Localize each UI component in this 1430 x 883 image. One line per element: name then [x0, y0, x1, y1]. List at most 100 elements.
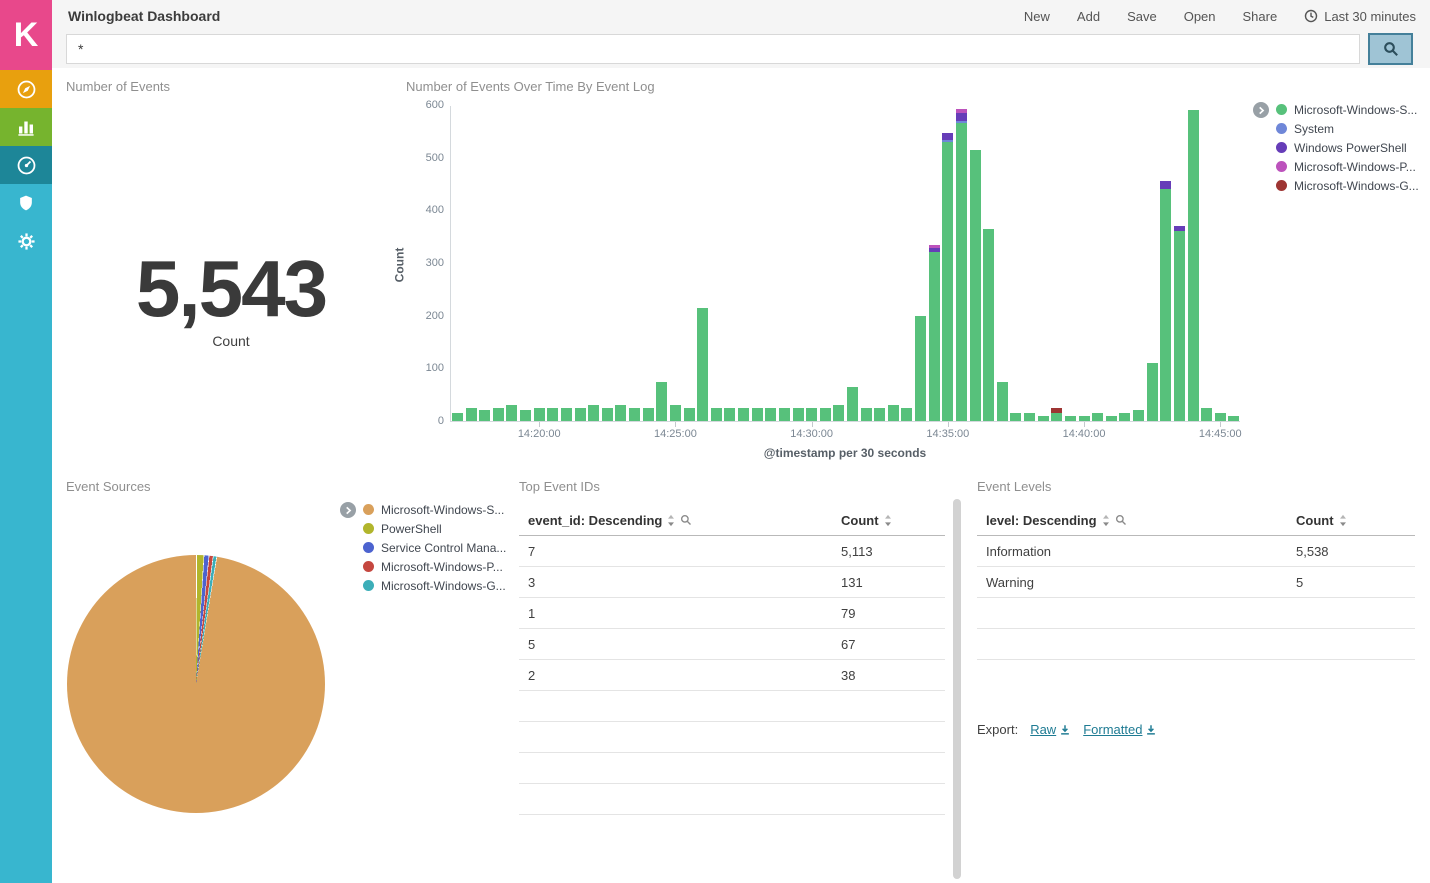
legend-item-label: Microsoft-Windows-P...	[381, 560, 503, 574]
time-chart-legend-item[interactable]: Windows PowerShell	[1276, 138, 1419, 157]
x-axis-tick-mark	[539, 422, 540, 427]
filter-search-icon[interactable]	[1115, 514, 1127, 526]
time-chart-legend-item[interactable]: Microsoft-Windows-G...	[1276, 176, 1419, 195]
sidebar-item-management[interactable]	[0, 222, 52, 260]
kibana-logo[interactable]: K	[0, 0, 52, 70]
histogram-bar-segment	[874, 408, 885, 421]
x-axis-title: @timestamp per 30 seconds	[450, 446, 1240, 460]
legend-item-label: Microsoft-Windows-G...	[381, 579, 506, 593]
histogram-bar-segment	[615, 405, 626, 421]
table-empty-row	[519, 784, 945, 815]
histogram-bar-segment	[942, 140, 953, 142]
histogram-bar-segment	[956, 109, 967, 113]
column-header-level[interactable]: level: Descending	[977, 513, 1296, 528]
cell-key: Warning	[977, 575, 1296, 590]
histogram-bar-segment	[1215, 413, 1226, 421]
compass-icon	[16, 79, 37, 100]
pie-legend-item[interactable]: PowerShell	[363, 519, 506, 538]
histogram-bar-segment	[820, 408, 831, 421]
histogram-bar-segment	[1160, 189, 1171, 421]
time-chart-legend: Microsoft-Windows-S...System Windows Powe…	[1276, 100, 1419, 195]
filter-search-icon[interactable]	[680, 514, 692, 526]
legend-item-label: Windows PowerShell	[1294, 141, 1407, 155]
kibana-dashboard: K Winlogbeat Dashboard NewAddSaveOpenSha…	[0, 0, 1430, 883]
histogram-bar-segment	[915, 316, 926, 421]
sort-icon[interactable]	[1339, 514, 1347, 527]
pie-legend-item[interactable]: Microsoft-Windows-P...	[363, 557, 506, 576]
nav-new-button[interactable]: New	[1024, 9, 1050, 24]
column-header-event_id[interactable]: event_id: Descending	[519, 513, 841, 528]
table-empty-row	[977, 629, 1415, 660]
export-formatted-link[interactable]: Formatted	[1083, 722, 1157, 737]
time-chart-legend-item[interactable]: Microsoft-Windows-S...	[1276, 100, 1419, 119]
column-header-count[interactable]: Count	[841, 513, 945, 528]
event-ids-scrollbar[interactable]	[953, 499, 961, 879]
cell-count: 38	[841, 668, 945, 683]
legend-toggle-icon[interactable]	[1253, 102, 1269, 118]
column-header-label: level: Descending	[986, 513, 1097, 528]
histogram-bar-segment	[1065, 416, 1076, 421]
legend-item-label: PowerShell	[381, 522, 442, 536]
bar-chart-icon	[16, 117, 36, 137]
sidebar-item-dashboard[interactable]	[0, 146, 52, 184]
legend-color-dot	[363, 504, 374, 515]
time-chart-legend-item[interactable]: Microsoft-Windows-P...	[1276, 157, 1419, 176]
y-axis-title: Count	[392, 248, 406, 283]
legend-color-dot	[1276, 161, 1287, 172]
table-header-row: level: Descending Count	[977, 505, 1415, 536]
table-empty-row	[519, 722, 945, 753]
table-row: 3131	[519, 567, 945, 598]
sidebar-item-visualize[interactable]	[0, 108, 52, 146]
nav-save-button[interactable]: Save	[1127, 9, 1157, 24]
histogram-bar-segment	[888, 405, 899, 421]
nav-share-button[interactable]: Share	[1243, 9, 1278, 24]
legend-item-label: Microsoft-Windows-S...	[381, 503, 504, 517]
histogram-bar-segment	[724, 408, 735, 421]
legend-item-label: Microsoft-Windows-P...	[1294, 160, 1416, 174]
y-axis-tick-label: 300	[407, 257, 444, 269]
column-header-count[interactable]: Count	[1296, 513, 1415, 528]
pie-legend-item[interactable]: Service Control Mana...	[363, 538, 506, 557]
histogram-bar-segment	[1174, 231, 1185, 421]
histogram-bar-segment	[765, 408, 776, 421]
export-raw-link[interactable]: Raw	[1030, 722, 1071, 737]
histogram-bar-segment	[752, 408, 763, 421]
histogram-bar-segment	[970, 150, 981, 421]
legend-color-dot	[363, 561, 374, 572]
table-row: 75,113	[519, 536, 945, 567]
metric-value: 5,543	[66, 243, 396, 335]
histogram-bar-segment	[833, 405, 844, 421]
cell-key: 1	[519, 606, 841, 621]
search-button[interactable]	[1368, 33, 1413, 65]
time-picker-button[interactable]: Last 30 minutes	[1304, 9, 1416, 24]
sort-icon[interactable]	[884, 514, 892, 527]
pie-legend-item[interactable]: Microsoft-Windows-G...	[363, 576, 506, 595]
nav-add-button[interactable]: Add	[1077, 9, 1100, 24]
histogram-bar-segment	[738, 408, 749, 421]
histogram-bar-segment	[1133, 410, 1144, 421]
sidebar-item-timelion[interactable]	[0, 184, 52, 222]
cell-count: 5,538	[1296, 544, 1415, 559]
nav-open-button[interactable]: Open	[1184, 9, 1216, 24]
pie-legend-toggle-icon[interactable]	[340, 502, 356, 518]
time-chart-legend-item[interactable]: System	[1276, 119, 1419, 138]
pie-legend-item[interactable]: Microsoft-Windows-S...	[363, 500, 506, 519]
search-input[interactable]	[66, 34, 1360, 64]
event-sources-pie[interactable]	[67, 555, 325, 813]
metric-label: Count	[66, 333, 396, 349]
histogram-bar-segment	[956, 123, 967, 421]
histogram-bar-segment	[1079, 416, 1090, 421]
time-histogram[interactable]: 010020030040050060014:20:0014:25:0014:30…	[450, 106, 1240, 422]
histogram-bar-segment	[629, 408, 640, 421]
sort-icon[interactable]	[667, 514, 675, 527]
histogram-bar-segment	[602, 408, 613, 421]
histogram-bar-segment	[493, 408, 504, 421]
histogram-bar-segment	[452, 413, 463, 421]
sidebar-item-discover[interactable]	[0, 70, 52, 108]
search-bar	[52, 32, 1430, 68]
legend-item-label: Service Control Mana...	[381, 541, 506, 555]
sort-icon[interactable]	[1102, 514, 1110, 527]
histogram-bar-segment	[684, 408, 695, 421]
clock-icon	[1304, 9, 1318, 23]
x-axis-tick-label: 14:20:00	[507, 428, 571, 440]
